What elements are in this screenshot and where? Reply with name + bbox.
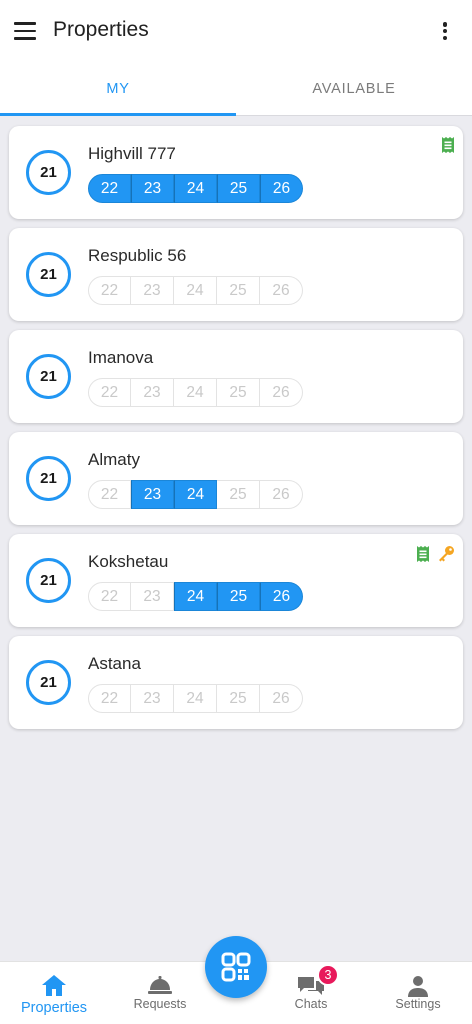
receipt-icon [442,137,454,153]
day-chip[interactable]: 26 [260,378,303,407]
day-counter-circle: 21 [26,354,71,399]
property-name: Almaty [88,450,140,469]
day-selector: 22 23 24 25 26 [88,276,303,305]
day-selector: 22 23 24 25 26 [88,174,303,203]
day-counter-circle: 21 [26,660,71,705]
day-selector: 22 23 24 25 26 [88,684,303,713]
day-selector: 22 23 24 25 26 [88,582,303,611]
day-chip[interactable]: 24 [174,378,217,407]
day-chip[interactable]: 23 [131,480,174,509]
day-chip[interactable]: 24 [174,480,217,509]
nav-requests[interactable]: Requests [112,962,208,1024]
tab-bar: MY AVAILABLE [0,62,472,116]
nav-settings[interactable]: Settings [370,962,466,1024]
person-icon [408,976,428,997]
property-list: 21 Highvill 777 22 23 24 25 26 21 Respublic 56 22… [9,126,463,738]
day-chip[interactable]: 22 [88,276,131,305]
day-chip[interactable]: 23 [131,684,174,713]
nav-chats[interactable]: 3 Chats [263,962,359,1024]
day-selector: 22 23 24 25 26 [88,378,303,407]
tab-available[interactable]: AVAILABLE [236,62,472,115]
tab-my[interactable]: MY [0,62,236,116]
day-chip[interactable]: 25 [217,276,260,305]
nav-requests-label: Requests [133,997,187,1011]
nav-chats-label: Chats [294,997,328,1011]
day-chip[interactable]: 22 [88,582,131,611]
chats-badge: 3 [317,964,339,986]
day-chip[interactable]: 25 [217,378,260,407]
day-chip[interactable]: 25 [217,684,260,713]
day-chip[interactable]: 26 [260,480,303,509]
day-selector: 22 23 24 25 26 [88,480,303,509]
property-card[interactable]: 21 Imanova 22 23 24 25 26 [9,330,463,423]
day-chip[interactable]: 22 [88,480,131,509]
property-card[interactable]: 21 Respublic 56 22 23 24 25 26 [9,228,463,321]
property-name: Highvill 777 [88,144,176,163]
day-chip[interactable]: 25 [217,480,260,509]
day-counter-circle: 21 [26,150,71,195]
service-bell-icon [148,976,172,994]
day-chip[interactable]: 23 [131,378,174,407]
receipt-icon [417,545,429,562]
home-icon [42,975,66,996]
property-card[interactable]: 21 Kokshetau 22 23 24 25 26 [9,534,463,627]
day-chip[interactable]: 25 [217,582,260,611]
property-card[interactable]: 21 Almaty 22 23 24 25 26 [9,432,463,525]
nav-properties[interactable]: Properties [6,962,102,1024]
property-card[interactable]: 21 Astana 22 23 24 25 26 [9,636,463,729]
qr-code-icon [221,952,251,982]
day-chip[interactable]: 23 [131,174,174,203]
menu-icon[interactable] [14,18,40,44]
day-chip[interactable]: 24 [174,174,217,203]
page-title: Properties [53,18,149,41]
property-name: Respublic 56 [88,246,187,265]
day-chip[interactable]: 23 [131,582,174,611]
day-chip[interactable]: 26 [260,276,303,305]
app-bar: Properties MY AVAILABLE [0,0,472,116]
day-chip[interactable]: 26 [260,174,303,203]
day-chip[interactable]: 26 [260,582,303,611]
status-icons [441,137,455,153]
nav-properties-label: Properties [20,1000,88,1016]
key-icon [439,546,454,562]
nav-settings-label: Settings [395,997,441,1011]
day-counter-circle: 21 [26,456,71,501]
day-chip[interactable]: 26 [260,684,303,713]
day-chip[interactable]: 24 [174,684,217,713]
day-chip[interactable]: 24 [174,582,217,611]
day-counter-circle: 21 [26,558,71,603]
property-name: Kokshetau [88,552,169,571]
property-card[interactable]: 21 Highvill 777 22 23 24 25 26 [9,126,463,219]
qr-scan-button[interactable] [205,936,267,998]
day-chip[interactable]: 23 [131,276,174,305]
day-chip[interactable]: 22 [88,378,131,407]
day-chip[interactable]: 22 [88,174,131,203]
property-name: Imanova [88,348,154,367]
day-chip[interactable]: 24 [174,276,217,305]
more-options-icon[interactable] [438,20,452,42]
status-icons [416,545,455,562]
property-name: Astana [88,654,141,673]
day-chip[interactable]: 22 [88,684,131,713]
day-counter-circle: 21 [26,252,71,297]
day-chip[interactable]: 25 [217,174,260,203]
